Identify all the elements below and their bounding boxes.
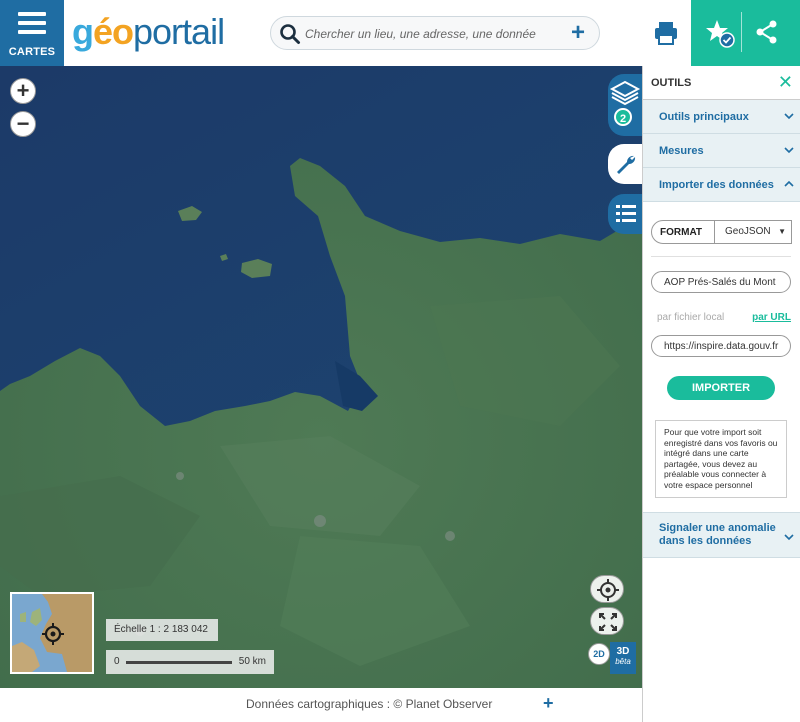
scale-ratio: Échelle 1 : 2 183 042 <box>106 619 218 641</box>
panel-header: OUTILS ✕ <box>643 66 800 100</box>
format-select[interactable]: GeoJSON ▼ <box>714 220 792 244</box>
layers-icon <box>609 80 641 106</box>
search-bar: + <box>270 16 600 50</box>
zoom-out-button[interactable]: − <box>10 111 36 137</box>
section-report-anomaly[interactable]: Signaler une anomalie dans les données <box>643 512 800 558</box>
scale-start: 0 <box>114 656 120 667</box>
legend-tab[interactable] <box>608 194 642 234</box>
expand-icon <box>599 613 617 631</box>
list-icon <box>616 205 636 222</box>
chevron-down-icon <box>784 147 794 154</box>
import-name-input[interactable] <box>651 271 791 293</box>
geoportail-logo[interactable]: géoportail <box>72 10 225 54</box>
divider <box>651 256 791 257</box>
dimension-toggle: 2D 3D bêta <box>588 642 638 674</box>
credits-expand-button[interactable]: + <box>543 693 554 714</box>
tools-tab[interactable] <box>608 144 642 184</box>
map-imagery <box>0 66 642 688</box>
layers-count-badge: 2 <box>614 108 632 126</box>
source-url-link[interactable]: par URL <box>752 312 791 323</box>
app: CARTES géoportail + <box>0 0 800 722</box>
cartes-label: CARTES <box>8 46 56 58</box>
chevron-down-icon <box>784 113 794 120</box>
geolocate-button[interactable] <box>590 575 624 603</box>
wrench-icon <box>617 155 636 174</box>
search-options-plus-icon[interactable]: + <box>571 21 585 45</box>
target-icon <box>597 579 619 601</box>
scale-bar-line <box>126 661 232 664</box>
toolbar-separator <box>741 12 742 52</box>
source-local-link[interactable]: par fichier local <box>657 312 724 323</box>
overview-minimap[interactable] <box>10 592 94 674</box>
scale-end: 50 km <box>238 656 266 667</box>
share-icon[interactable] <box>755 20 779 49</box>
3d-button[interactable]: 3D bêta <box>610 642 636 674</box>
search-icon[interactable] <box>279 23 301 50</box>
hamburger-icon <box>18 12 46 39</box>
dropdown-arrow-icon: ▼ <box>778 227 786 236</box>
chevron-down-icon <box>784 534 794 541</box>
footer-credits: Données cartographiques : © Planet Obser… <box>0 688 642 722</box>
section-import-data[interactable]: Importer des données <box>643 168 800 202</box>
favorites-share-bar <box>691 0 800 66</box>
close-icon[interactable]: ✕ <box>778 73 793 91</box>
printer-icon <box>655 22 677 45</box>
search-input[interactable] <box>305 24 545 44</box>
layers-tab[interactable]: 2 <box>608 74 642 136</box>
zoom-in-button[interactable]: + <box>10 78 36 104</box>
scale-bar: 0 50 km <box>106 650 274 674</box>
fullscreen-button[interactable] <box>590 607 624 635</box>
section-measures[interactable]: Mesures <box>643 134 800 168</box>
source-type-selector: par fichier local par URL <box>657 312 791 323</box>
tools-panel: OUTILS ✕ Outils principaux Mesures Impor… <box>642 66 800 722</box>
section-main-tools[interactable]: Outils principaux <box>643 100 800 134</box>
cartes-menu-button[interactable]: CARTES <box>0 0 64 66</box>
minimap-europe <box>12 594 92 672</box>
header: CARTES géoportail + <box>0 0 800 66</box>
chevron-up-icon <box>784 180 794 187</box>
panel-title: OUTILS <box>651 77 692 89</box>
credits-text: Données cartographiques : © Planet Obser… <box>246 697 493 711</box>
satellite-map[interactable]: + − 2 Échelle 1: 2 183 042 0 50 km 2D 3… <box>0 66 642 688</box>
import-button[interactable]: IMPORTER <box>667 376 775 400</box>
login-notice: Pour que votre import soit enregistré da… <box>655 420 787 498</box>
print-button[interactable] <box>646 18 686 48</box>
format-selector: FORMAT GeoJSON ▼ <box>651 220 792 244</box>
import-url-input[interactable] <box>651 335 791 357</box>
format-label: FORMAT <box>660 227 703 238</box>
favorites-star-icon[interactable] <box>705 18 735 53</box>
2d-button[interactable]: 2D <box>588 643 610 665</box>
